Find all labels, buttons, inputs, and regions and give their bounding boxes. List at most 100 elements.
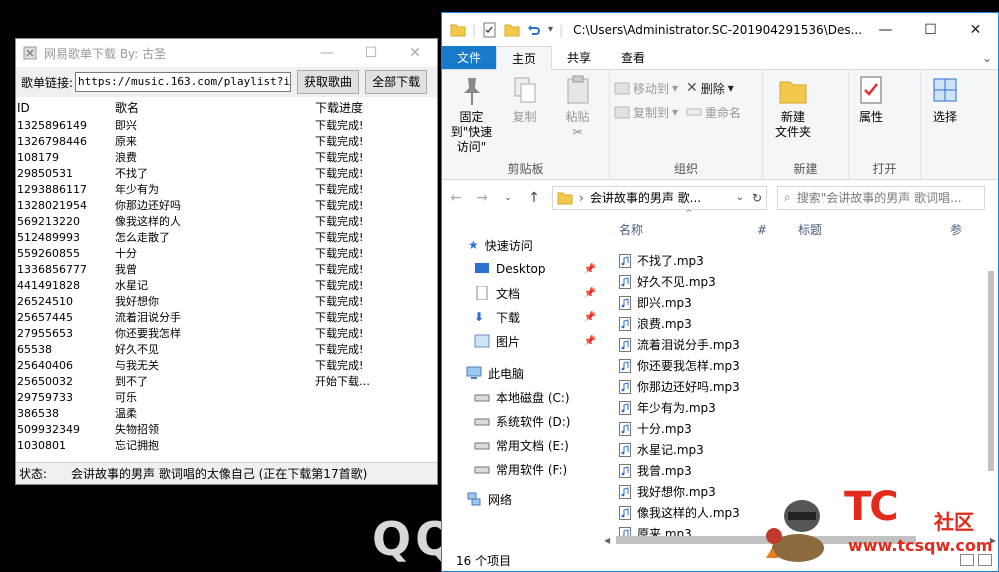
properties-button[interactable]: 属性 xyxy=(853,74,889,159)
column-progress[interactable]: 下载进度 xyxy=(315,99,437,118)
downloader-titlebar[interactable]: 网易歌单下载 By: 古圣 — ☐ ✕ xyxy=(16,39,437,67)
column-name[interactable]: 名称 xyxy=(602,219,750,241)
refresh-icon[interactable]: ↻ xyxy=(752,191,762,205)
table-row[interactable]: 512489993 怎么走散了 下载完成! xyxy=(16,230,437,246)
minimize-icon[interactable]: — xyxy=(305,45,349,61)
table-row[interactable]: 1293886117 年少有为 下载完成! xyxy=(16,182,437,198)
nav-quick-access[interactable]: ★ 快速访问 xyxy=(442,233,602,257)
table-row[interactable]: 27955653 你还要我怎样 下载完成! xyxy=(16,326,437,342)
star-icon: ★ xyxy=(468,238,479,252)
copy-button[interactable]: 复制 xyxy=(499,74,550,159)
progress-cell xyxy=(315,390,437,406)
move-to-button[interactable]: 移动到 ▾ xyxy=(614,78,678,98)
organize-group: 移动到 ▾ 复制到 ▾ ✕ 删除 ▾ 重命名 组织 xyxy=(610,70,763,179)
paste-button[interactable]: 粘贴 ✂ xyxy=(552,74,603,159)
maximize-icon[interactable]: ☐ xyxy=(908,22,953,38)
address-dropdown-icon[interactable]: ⌄ xyxy=(736,192,744,203)
separator: | xyxy=(472,22,477,37)
playlist-url-input[interactable]: https://music.163.com/playlist?id=25 xyxy=(75,72,292,92)
tab-share[interactable]: 共享 xyxy=(552,46,606,69)
back-icon[interactable]: ← xyxy=(448,190,464,206)
fetch-songs-button[interactable]: 获取歌曲 xyxy=(297,70,360,94)
nav-drive-d[interactable]: 系统软件 (D:) xyxy=(442,409,602,433)
tab-home[interactable]: 主页 xyxy=(496,46,553,70)
address-input[interactable]: › 会讲故事的男声 歌... ⌄ ↻ xyxy=(552,185,767,210)
list-item[interactable]: 十分.mp3 xyxy=(619,418,809,439)
column-id[interactable]: ID xyxy=(16,99,115,118)
recent-locations-icon[interactable]: ⌄ xyxy=(500,193,516,203)
nav-pictures[interactable]: 图片 📌 xyxy=(442,329,602,353)
select-button[interactable]: 选择 xyxy=(925,74,965,179)
list-item[interactable]: 年少有为.mp3 xyxy=(619,397,809,418)
rename-icon xyxy=(686,108,702,116)
nav-drive-f[interactable]: 常用软件 (F:) xyxy=(442,457,602,481)
list-item[interactable]: 水星记.mp3 xyxy=(619,439,809,460)
customize-dropdown-icon[interactable]: ▾ xyxy=(548,24,553,35)
scrollbar-thumb[interactable] xyxy=(988,271,994,471)
delete-icon: ✕ xyxy=(686,80,698,96)
pin-quick-access-button[interactable]: 固定到"快速访问" xyxy=(446,74,497,159)
nav-drive-c[interactable]: 本地磁盘 (C:) xyxy=(442,385,602,409)
copy-to-button[interactable]: 复制到 ▾ xyxy=(614,102,678,122)
maximize-icon[interactable]: ☐ xyxy=(349,45,393,61)
table-row[interactable]: 29759733 可乐 xyxy=(16,390,437,406)
nav-downloads[interactable]: ⬇ 下载 📌 xyxy=(442,305,602,329)
list-item[interactable]: 浪费.mp3 xyxy=(619,313,809,334)
undo-icon[interactable] xyxy=(526,22,542,38)
list-item[interactable]: 你还要我怎样.mp3 xyxy=(619,355,809,376)
table-row[interactable]: 1326798446 原来 下载完成! xyxy=(16,134,437,150)
table-row[interactable]: 1336856777 我曾 下载完成! xyxy=(16,262,437,278)
up-icon[interactable]: ↑ xyxy=(526,190,542,206)
list-item[interactable]: 即兴.mp3 xyxy=(619,292,809,313)
table-row[interactable]: 1030801 忘记拥抱 xyxy=(16,438,437,454)
song-list[interactable]: ID 歌名 下载进度 1325896149 即兴 下载完成! 1326798446 原来… xyxy=(16,99,437,463)
tab-file[interactable]: 文件 xyxy=(442,46,497,69)
list-item[interactable]: 你那边还好吗.mp3 xyxy=(619,376,809,397)
nav-desktop[interactable]: Desktop 📌 xyxy=(442,257,602,281)
table-row[interactable]: 26524510 我好想你 下载完成! xyxy=(16,294,437,310)
column-song-name[interactable]: 歌名 xyxy=(115,99,315,118)
table-row[interactable]: 25657445 流着泪说分手 下载完成! xyxy=(16,310,437,326)
list-item[interactable]: 不找了.mp3 xyxy=(619,250,809,271)
close-icon[interactable]: ✕ xyxy=(953,22,998,38)
table-row[interactable]: 108179 浪费 下载完成! xyxy=(16,150,437,166)
table-row[interactable]: 559260855 十分 下载完成! xyxy=(16,246,437,262)
table-row[interactable]: 441491828 水星记 下载完成! xyxy=(16,278,437,294)
table-row[interactable]: 65538 好久不见 下载完成! xyxy=(16,342,437,358)
tab-view[interactable]: 查看 xyxy=(606,46,660,69)
column-title[interactable]: 标题 xyxy=(790,219,950,241)
table-row[interactable]: 1328021954 你那边还好吗 下载完成! xyxy=(16,198,437,214)
cut-icon[interactable]: ✂ xyxy=(572,125,582,140)
pin-label: 固定到"快速访问" xyxy=(450,110,493,154)
new-folder-button[interactable]: 新建 文件夹 xyxy=(767,74,819,159)
column-number[interactable]: # xyxy=(750,219,790,241)
table-row[interactable]: 509932349 失物招领 xyxy=(16,422,437,438)
download-all-button[interactable]: 全部下载 xyxy=(365,70,428,94)
drive-icon xyxy=(474,466,490,474)
properties-check-icon[interactable] xyxy=(482,22,498,38)
table-row[interactable]: 1325896149 即兴 下载完成! xyxy=(16,118,437,134)
table-row[interactable]: 25650032 到不了 开始下载… xyxy=(16,374,437,390)
status-label: 状态: xyxy=(19,467,48,481)
forward-icon[interactable]: → xyxy=(474,190,490,206)
rename-button[interactable]: 重命名 xyxy=(686,102,741,122)
table-row[interactable]: 25640406 与我无关 下载完成! xyxy=(16,358,437,374)
delete-button[interactable]: ✕ 删除 ▾ xyxy=(686,78,741,98)
search-input[interactable]: ⌕ 搜索"会讲故事的男声 歌词唱... xyxy=(777,185,985,210)
nav-drive-e[interactable]: 常用文档 (E:) xyxy=(442,433,602,457)
table-row[interactable]: 569213220 像我这样的人 下载完成! xyxy=(16,214,437,230)
nav-this-pc[interactable]: 此电脑 xyxy=(442,361,602,385)
nav-documents[interactable]: 文档 📌 xyxy=(442,281,602,305)
list-item[interactable]: 流着泪说分手.mp3 xyxy=(619,334,809,355)
explorer-titlebar[interactable]: | ▾ | C:\Users\Administrator.SC-20190429… xyxy=(442,13,998,46)
minimize-icon[interactable]: — xyxy=(863,22,908,38)
column-more[interactable]: 参 xyxy=(950,219,962,241)
table-row[interactable]: 386538 温柔 xyxy=(16,406,437,422)
new-folder-icon[interactable] xyxy=(504,22,520,38)
table-row[interactable]: 29850531 不找了 下载完成! xyxy=(16,166,437,182)
nav-network[interactable]: 网络 xyxy=(442,487,602,511)
ribbon-expand-icon[interactable]: ⌄ xyxy=(976,46,998,69)
list-item[interactable]: 好久不见.mp3 xyxy=(619,271,809,292)
close-icon[interactable]: ✕ xyxy=(393,45,437,61)
scroll-left-icon[interactable]: ◀ xyxy=(604,536,610,545)
